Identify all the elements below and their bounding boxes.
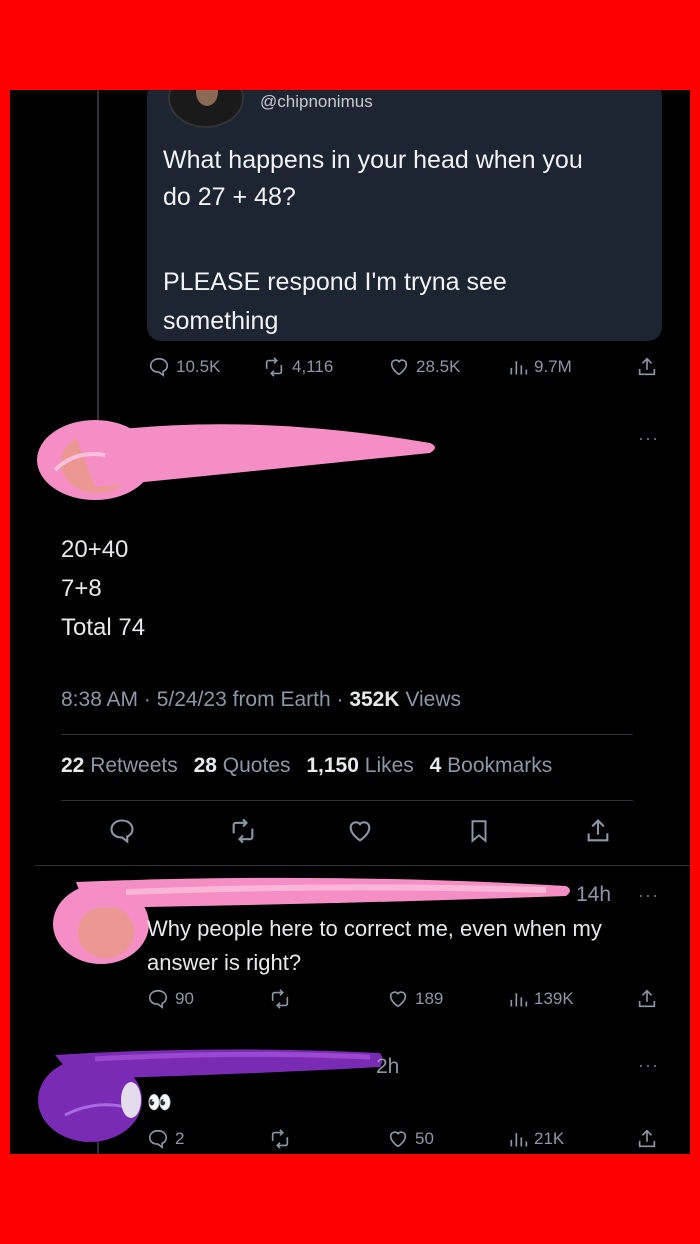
retweet-button[interactable]: 4,116 bbox=[262, 356, 333, 378]
redacted-reply-author bbox=[38, 1049, 383, 1142]
views-count: 139K bbox=[534, 989, 574, 1008]
views-count: 352K bbox=[349, 688, 400, 711]
reply-count: 90 bbox=[175, 989, 194, 1008]
redacted-author-header bbox=[37, 420, 435, 500]
quoted-tweet-text-line: something bbox=[163, 307, 279, 335]
reply-text-line: Why people here to correct me, even when… bbox=[147, 916, 602, 941]
share-icon bbox=[638, 989, 656, 1008]
retweet-button[interactable] bbox=[228, 817, 258, 845]
reply-button[interactable]: 90 bbox=[147, 988, 194, 1010]
reply-count: 2 bbox=[175, 1129, 185, 1148]
reply-button[interactable]: 10.5K bbox=[148, 356, 220, 378]
more-icon[interactable]: ··· bbox=[638, 428, 659, 449]
reply-icon bbox=[110, 819, 134, 844]
reply-icon bbox=[149, 357, 169, 377]
reply-count: 10.5K bbox=[176, 357, 221, 376]
quotes-count[interactable]: 28 bbox=[194, 754, 217, 777]
share-button[interactable] bbox=[636, 1128, 658, 1150]
reply-text-line: answer is right? bbox=[147, 950, 302, 975]
like-button[interactable] bbox=[346, 817, 374, 845]
like-button[interactable]: 50 bbox=[387, 1128, 434, 1150]
divider bbox=[61, 734, 633, 735]
tweet-meta: 8:38 AM · 5/24/23 from Earth · 352K View… bbox=[61, 688, 461, 712]
share-button[interactable] bbox=[636, 988, 658, 1010]
reply-timestamp[interactable]: 2h bbox=[376, 1055, 399, 1079]
thread-line bbox=[97, 90, 99, 420]
share-icon bbox=[638, 1129, 656, 1148]
like-icon bbox=[349, 821, 371, 842]
likes-label[interactable]: Likes bbox=[365, 754, 414, 777]
bookmarks-label[interactable]: Bookmarks bbox=[447, 754, 552, 777]
screen: @chipnonimus What happens in your head w… bbox=[10, 90, 690, 1154]
tweet-text-line: 20+40 bbox=[61, 536, 129, 563]
views-button[interactable]: 9.7M bbox=[508, 356, 572, 378]
views-icon bbox=[510, 993, 528, 1007]
like-icon bbox=[390, 359, 408, 376]
like-button[interactable]: 28.5K bbox=[388, 356, 460, 378]
reply-icon bbox=[148, 989, 168, 1009]
retweet-icon bbox=[271, 1129, 289, 1149]
tweet-timestamp: 8:38 AM · 5/24/23 from Earth · bbox=[61, 688, 350, 711]
more-icon[interactable]: ··· bbox=[638, 885, 659, 906]
views-count: 9.7M bbox=[534, 357, 572, 376]
reply-timestamp[interactable]: 14h bbox=[576, 883, 611, 907]
like-button[interactable]: 189 bbox=[387, 988, 443, 1010]
more-icon[interactable]: ··· bbox=[638, 1055, 659, 1076]
quoted-tweet-text-line: do 27 + 48? bbox=[163, 183, 296, 211]
tweet-text-line: Total 74 bbox=[61, 614, 146, 641]
likes-count[interactable]: 1,150 bbox=[306, 754, 359, 777]
retweet-icon bbox=[265, 357, 283, 377]
share-button[interactable] bbox=[636, 356, 658, 378]
tweet-text-line: 7+8 bbox=[61, 575, 102, 602]
quotes-label[interactable]: Quotes bbox=[223, 754, 291, 777]
reply-icon bbox=[148, 1129, 168, 1149]
share-icon bbox=[638, 357, 656, 376]
divider bbox=[61, 800, 633, 801]
retweet-icon bbox=[271, 989, 289, 1009]
share-icon bbox=[587, 819, 609, 842]
like-count: 28.5K bbox=[416, 357, 461, 376]
bookmark-button[interactable] bbox=[466, 817, 492, 845]
views-button[interactable]: 21K bbox=[508, 1128, 564, 1150]
quoted-tweet-text-line: What happens in your head when you bbox=[163, 146, 583, 174]
retweet-icon bbox=[232, 818, 254, 844]
like-count: 50 bbox=[415, 1129, 434, 1148]
quoted-tweet-handle[interactable]: @chipnonimus bbox=[260, 92, 373, 112]
retweet-button[interactable] bbox=[268, 1128, 292, 1150]
views-button[interactable]: 139K bbox=[508, 988, 574, 1010]
divider bbox=[35, 865, 690, 866]
bookmarks-count[interactable]: 4 bbox=[430, 754, 442, 777]
share-button[interactable] bbox=[584, 817, 612, 845]
like-count: 189 bbox=[415, 989, 444, 1008]
views-label: Views bbox=[399, 688, 461, 711]
like-icon bbox=[389, 1131, 407, 1148]
quoted-tweet-text-line: PLEASE respond I'm tryna see bbox=[163, 268, 507, 296]
reply-text: 👀 bbox=[147, 1092, 172, 1114]
views-icon bbox=[510, 361, 528, 375]
reply-button[interactable] bbox=[108, 817, 136, 845]
bookmark-icon bbox=[471, 820, 487, 843]
retweet-count: 4,116 bbox=[292, 357, 334, 376]
retweets-count[interactable]: 22 bbox=[61, 754, 84, 777]
like-icon bbox=[389, 991, 407, 1008]
tweet-stats: 22 Retweets 28 Quotes 1,150 Likes 4 Book… bbox=[61, 754, 552, 778]
views-icon bbox=[510, 1133, 528, 1147]
retweets-label[interactable]: Retweets bbox=[90, 754, 178, 777]
retweet-button[interactable] bbox=[268, 988, 292, 1010]
reply-button[interactable]: 2 bbox=[147, 1128, 184, 1150]
views-count: 21K bbox=[534, 1129, 565, 1148]
